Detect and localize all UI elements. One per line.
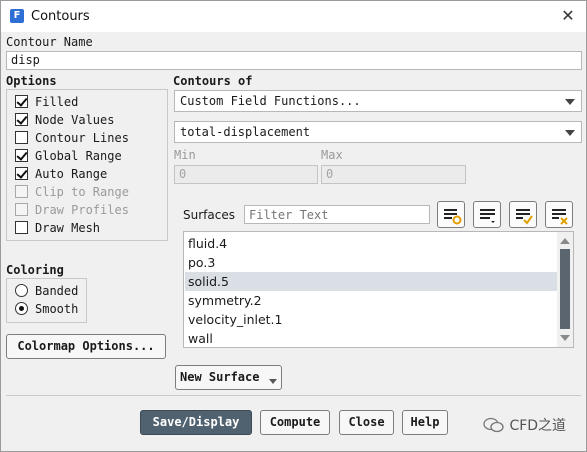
help-button[interactable]: Help [402, 410, 448, 435]
title-bar: F Contours ✕ [1, 1, 586, 32]
contours-of-field-select[interactable]: total-displacement [174, 121, 582, 143]
close-window-icon[interactable]: ✕ [556, 5, 580, 27]
list-lines-icon [480, 209, 495, 223]
coloring-label: Coloring [6, 263, 64, 277]
checkbox[interactable] [15, 131, 28, 144]
surface-type-filter-button[interactable] [437, 201, 465, 228]
contours-of-category-select[interactable]: Custom Field Functions... [174, 90, 582, 112]
category-value: Custom Field Functions... [180, 94, 361, 108]
checkbox[interactable] [15, 167, 28, 180]
chevron-down-icon [565, 130, 575, 136]
contours-dialog: F Contours ✕ Contour Name disp Options F… [0, 0, 587, 452]
scroll-up-icon[interactable] [557, 234, 573, 248]
radio-button[interactable] [15, 284, 28, 297]
surfaces-list[interactable]: fluid.4 po.3 solid.5 symmetry.2 velocity… [183, 231, 574, 348]
checkbox [15, 203, 28, 216]
surfaces-label: Surfaces [183, 208, 235, 222]
scroll-thumb[interactable] [560, 249, 570, 329]
watermark: CFD之道 [483, 415, 566, 435]
list-item[interactable]: solid.5 [185, 272, 557, 291]
list-item[interactable]: wall [185, 329, 557, 347]
checkbox[interactable] [15, 113, 28, 126]
max-label: Max [321, 148, 343, 162]
contour-name-input[interactable]: disp [6, 51, 582, 70]
select-all-button[interactable] [509, 201, 537, 228]
chevron-down-icon [565, 99, 575, 105]
checkbox[interactable] [15, 221, 28, 234]
list-item[interactable]: po.3 [185, 253, 557, 272]
coloring-group: Banded Smooth [6, 278, 87, 323]
option-label: Clip to Range [35, 185, 129, 199]
option-label: Filled [35, 95, 79, 109]
save-display-button[interactable]: Save/Display [140, 410, 252, 435]
chevron-down-icon [269, 379, 277, 384]
surfaces-scrollbar[interactable] [557, 232, 573, 347]
deselect-all-button[interactable] [545, 201, 573, 228]
field-value: total-displacement [180, 125, 311, 139]
filter-surface-type-icon [444, 209, 462, 225]
list-item[interactable]: velocity_inlet.1 [185, 310, 557, 329]
fluent-app-icon: F [10, 9, 24, 23]
min-field: 0 [174, 165, 318, 184]
checkbox[interactable] [15, 149, 28, 162]
select-all-icon [516, 209, 533, 225]
new-surface-button[interactable]: New Surface [175, 365, 282, 390]
contours-of-label: Contours of [173, 74, 253, 88]
watermark-text: CFD之道 [509, 418, 567, 434]
list-item[interactable]: fluid.4 [185, 234, 557, 253]
checkbox[interactable] [15, 95, 28, 108]
option-label: Auto Range [35, 167, 108, 181]
max-field: 0 [321, 165, 466, 184]
deselect-all-icon [552, 209, 568, 225]
option-label: Draw Mesh [35, 221, 101, 235]
new-surface-label: New Surface [180, 370, 260, 384]
list-options-button[interactable] [473, 201, 501, 228]
list-item[interactable]: symmetry.2 [185, 291, 557, 310]
option-label: Draw Profiles [35, 203, 129, 217]
wechat-icon [483, 417, 504, 433]
colormap-options-button[interactable]: Colormap Options... [6, 334, 166, 359]
close-button[interactable]: Close [339, 410, 394, 435]
radio-button[interactable] [15, 302, 28, 315]
options-label: Options [6, 74, 57, 88]
option-label: Node Values [35, 113, 115, 127]
surfaces-filter-input[interactable] [244, 205, 430, 224]
contour-name-label: Contour Name [6, 35, 93, 49]
min-label: Min [174, 148, 196, 162]
divider [6, 395, 581, 396]
coloring-option-label: Smooth [35, 302, 79, 316]
compute-button[interactable]: Compute [260, 410, 330, 435]
option-label: Global Range [35, 149, 122, 163]
coloring-option-label: Banded [35, 284, 79, 298]
window-title: Contours [31, 9, 90, 24]
option-label: Contour Lines [35, 131, 129, 145]
options-group: Filled Node Values Contour Lines Global … [6, 89, 168, 241]
scroll-down-icon[interactable] [557, 331, 573, 345]
checkbox [15, 185, 28, 198]
